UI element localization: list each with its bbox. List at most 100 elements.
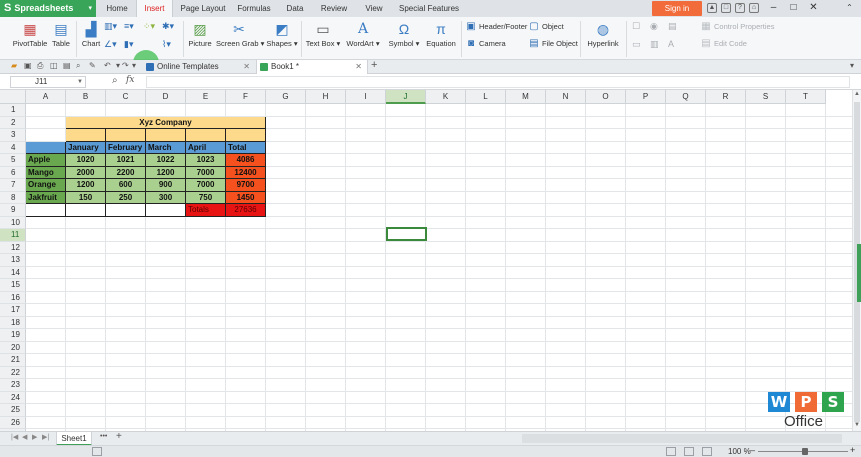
scatter-chart-icon[interactable]: ⁘▾ bbox=[143, 21, 155, 32]
sign-in-button[interactable]: Sign in bbox=[652, 1, 702, 16]
row-header-22[interactable]: 22 bbox=[0, 366, 26, 379]
screen-grab-button[interactable]: ✂ Screen Grab ▾ bbox=[216, 21, 264, 48]
zoom-level[interactable]: 100 % bbox=[728, 446, 751, 457]
table-value-cell[interactable]: 1020 bbox=[66, 154, 106, 167]
zoom-out-icon[interactable]: – bbox=[750, 445, 755, 455]
table-value-cell[interactable]: 150 bbox=[66, 191, 106, 204]
customize-icon[interactable]: ▾ bbox=[132, 61, 136, 70]
header-footer-button[interactable]: ▣ Header/Footer bbox=[465, 20, 527, 34]
format-painter-icon[interactable]: ✎ bbox=[89, 61, 96, 70]
table-value-cell[interactable]: 1200 bbox=[66, 179, 106, 192]
column-header-s[interactable]: S bbox=[746, 90, 786, 104]
table-empty-cell[interactable] bbox=[106, 204, 146, 217]
tab-online-templates[interactable]: Online Templates ✕ bbox=[143, 60, 255, 74]
stock-chart-icon[interactable]: ⌇▾ bbox=[162, 39, 171, 50]
column-header-a[interactable]: A bbox=[26, 90, 66, 104]
close-tab-icon[interactable]: ✕ bbox=[243, 60, 250, 74]
equation-button[interactable]: π Equation bbox=[424, 21, 458, 48]
normal-view-icon[interactable] bbox=[666, 447, 676, 456]
column-header-f[interactable]: F bbox=[226, 90, 266, 104]
row-header-6[interactable]: 6 bbox=[0, 166, 26, 179]
next-sheet-icon[interactable]: ▶ bbox=[32, 433, 37, 441]
wordart-button[interactable]: A WordArt ▾ bbox=[345, 21, 381, 48]
table-row-name[interactable]: Mango bbox=[26, 166, 66, 179]
table-value-cell[interactable]: 300 bbox=[146, 191, 186, 204]
undo-icon[interactable]: ↶ bbox=[104, 61, 111, 70]
redo-icon[interactable]: ↷ bbox=[122, 61, 129, 70]
minimize-icon[interactable]: – bbox=[764, 0, 783, 17]
table-band-cell[interactable] bbox=[226, 129, 266, 142]
column-header-q[interactable]: Q bbox=[666, 90, 706, 104]
row-header-13[interactable]: 13 bbox=[0, 254, 26, 267]
table-value-cell[interactable]: 1200 bbox=[146, 166, 186, 179]
zoom-slider-knob[interactable] bbox=[802, 448, 808, 455]
text-box-button[interactable]: ▭ Text Box ▾ bbox=[305, 21, 341, 48]
table-total-cell[interactable]: 9700 bbox=[226, 179, 266, 192]
column-header-o[interactable]: O bbox=[586, 90, 626, 104]
last-sheet-icon[interactable]: ▶| bbox=[42, 433, 49, 441]
close-icon[interactable]: ✕ bbox=[804, 0, 823, 17]
row-header-7[interactable]: 7 bbox=[0, 179, 26, 192]
row-header-10[interactable]: 10 bbox=[0, 216, 26, 229]
tab-formulas[interactable]: Formulas bbox=[232, 0, 276, 17]
column-header-h[interactable]: H bbox=[306, 90, 346, 104]
table-header-cell[interactable]: February bbox=[106, 141, 146, 154]
pivottable-button[interactable]: ▦ PivotTable bbox=[10, 21, 50, 48]
table-header-cell[interactable] bbox=[26, 141, 66, 154]
find-icon[interactable]: ⌕ bbox=[76, 61, 80, 71]
table-value-cell[interactable]: 750 bbox=[186, 191, 226, 204]
insert-function-icon[interactable]: fx bbox=[126, 75, 134, 85]
tab-home[interactable]: Home bbox=[98, 0, 136, 17]
app-menu-button[interactable]: S Spreadsheets ▾ bbox=[0, 0, 96, 17]
table-band-cell[interactable] bbox=[66, 129, 106, 142]
spreadsheet-grid[interactable]: ABCDEFGHIJKLMNOPQRST 1 2 3 4 5 6 7 8 9 10 11 12 13 14… bbox=[0, 90, 861, 431]
column-header-e[interactable]: E bbox=[186, 90, 226, 104]
row-header-19[interactable]: 19 bbox=[0, 329, 26, 342]
sheet-tab-sheet1[interactable]: Sheet1 bbox=[56, 432, 92, 446]
column-chart-icon[interactable]: ▥▾ bbox=[104, 21, 117, 32]
shapes-button[interactable]: ◩ Shapes ▾ bbox=[266, 21, 298, 48]
ribbon-collapse-icon[interactable]: ⌃ bbox=[840, 0, 859, 17]
table-empty-cell[interactable] bbox=[146, 204, 186, 217]
print-icon[interactable]: ⎙ bbox=[37, 61, 43, 71]
table-value-cell[interactable]: 1022 bbox=[146, 154, 186, 167]
row-header-26[interactable]: 26 bbox=[0, 416, 26, 429]
row-header-4[interactable]: 4 bbox=[0, 141, 26, 154]
chart-button[interactable]: ▟ Chart bbox=[79, 21, 103, 48]
table-header-cell[interactable]: March bbox=[146, 141, 186, 154]
share-icon[interactable]: ⌂ bbox=[749, 3, 759, 13]
add-sheet-button[interactable]: + bbox=[116, 431, 122, 442]
column-header-c[interactable]: C bbox=[106, 90, 146, 104]
row-header-5[interactable]: 5 bbox=[0, 154, 26, 167]
formula-input[interactable] bbox=[146, 76, 850, 88]
more-sheets-icon[interactable]: ••• bbox=[100, 433, 107, 440]
column-header-m[interactable]: M bbox=[506, 90, 546, 104]
new-tab-plus-icon[interactable]: + bbox=[371, 59, 377, 71]
row-header-14[interactable]: 14 bbox=[0, 266, 26, 279]
table-total-cell[interactable]: 12400 bbox=[226, 166, 266, 179]
tab-insert[interactable]: Insert bbox=[136, 0, 173, 17]
help-icon[interactable]: ? bbox=[735, 3, 745, 13]
print-preview-icon[interactable]: ◫ bbox=[50, 61, 58, 70]
tab-data[interactable]: Data bbox=[278, 0, 312, 17]
macro-icon[interactable] bbox=[92, 447, 102, 456]
table-button[interactable]: ▤ Table bbox=[49, 21, 73, 48]
tab-book1[interactable]: Book1 * ✕ bbox=[256, 60, 368, 74]
column-header-t[interactable]: T bbox=[786, 90, 826, 104]
maximize-icon[interactable]: □ bbox=[784, 0, 803, 17]
table-value-cell[interactable]: 7000 bbox=[186, 179, 226, 192]
table-value-cell[interactable]: 900 bbox=[146, 179, 186, 192]
table-header-cell[interactable]: April bbox=[186, 141, 226, 154]
row-header-25[interactable]: 25 bbox=[0, 404, 26, 417]
table-value-cell[interactable]: 2000 bbox=[66, 166, 106, 179]
table-value-cell[interactable]: 250 bbox=[106, 191, 146, 204]
horizontal-scrollbar[interactable] bbox=[522, 434, 842, 443]
file-object-button[interactable]: ▤ File Object bbox=[528, 37, 578, 51]
first-sheet-icon[interactable]: |◀ bbox=[11, 433, 18, 441]
column-header-n[interactable]: N bbox=[546, 90, 586, 104]
export-pdf-icon[interactable]: ▤ bbox=[63, 61, 71, 70]
table-row-name[interactable]: Jakfruit bbox=[26, 191, 66, 204]
scroll-down-icon[interactable]: ▼ bbox=[854, 422, 860, 428]
row-header-15[interactable]: 15 bbox=[0, 279, 26, 292]
grand-total-cell[interactable]: 27636 bbox=[226, 204, 266, 217]
